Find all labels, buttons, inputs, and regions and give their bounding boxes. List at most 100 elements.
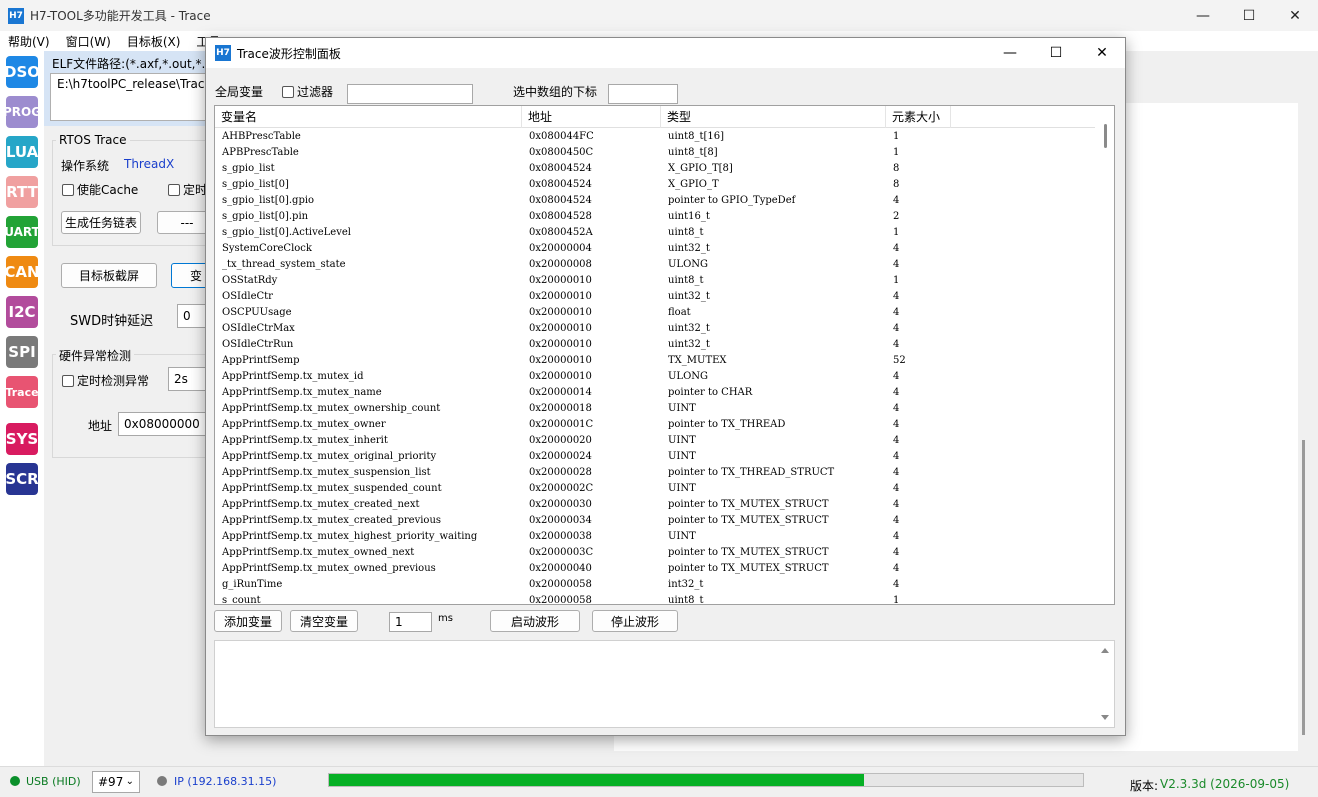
table-row[interactable]: AppPrintfSemp.tx_mutex_suspension_list 0x… bbox=[215, 465, 1095, 481]
table-row[interactable]: AppPrintfSemp.tx_mutex_created_next 0x200… bbox=[215, 497, 1095, 513]
var-address-cell: 0x20000010 bbox=[529, 275, 592, 286]
var-name-cell: s_gpio_list bbox=[222, 163, 275, 174]
column-header-address[interactable]: 地址 bbox=[522, 106, 661, 128]
dialog-minimize-button[interactable]: — bbox=[987, 38, 1033, 68]
maximize-button[interactable]: ☐ bbox=[1226, 0, 1272, 31]
table-row[interactable]: AppPrintfSemp.tx_mutex_inherit 0x20000020… bbox=[215, 433, 1095, 449]
sidebar-i2c-button[interactable]: I2C bbox=[6, 296, 38, 328]
var-address-cell: 0x20000020 bbox=[529, 435, 592, 446]
address-input[interactable]: 0x08000000 bbox=[118, 412, 218, 436]
sidebar-spi-button[interactable]: SPI bbox=[6, 336, 38, 368]
cache-checkbox[interactable]: 使能Cache bbox=[62, 181, 138, 198]
table-row[interactable]: s_count 0x20000058 uint8_t 1 bbox=[215, 593, 1095, 604]
table-row[interactable]: s_gpio_list[0].gpio 0x08004524 pointer to … bbox=[215, 193, 1095, 209]
start-waveform-button[interactable]: 启动波形 bbox=[490, 610, 580, 632]
table-row[interactable]: APBPrescTable 0x0800450C uint8_t[8] 1 bbox=[215, 145, 1095, 161]
sidebar-sys-button[interactable]: SYS bbox=[6, 423, 38, 455]
right-scrollbar[interactable] bbox=[1302, 440, 1305, 735]
var-size-cell: 4 bbox=[893, 563, 900, 574]
table-scrollbar[interactable] bbox=[1097, 106, 1114, 604]
table-row[interactable]: OSIdleCtrMax 0x20000010 uint32_t 4 bbox=[215, 321, 1095, 337]
table-row[interactable]: s_gpio_list[0] 0x08004524 X_GPIO_T 8 bbox=[215, 177, 1095, 193]
table-row[interactable]: AppPrintfSemp.tx_mutex_owner 0x2000001C po… bbox=[215, 417, 1095, 433]
filter-checkbox[interactable]: 过滤器 bbox=[282, 83, 333, 100]
var-type-cell: UINT bbox=[668, 435, 696, 446]
table-row[interactable]: AHBPrescTable 0x080044FC uint8_t[16] 1 bbox=[215, 129, 1095, 145]
table-row[interactable]: OSCPUUsage 0x20000010 float 4 bbox=[215, 305, 1095, 321]
table-row[interactable]: OSStatRdy 0x20000010 uint8_t 1 bbox=[215, 273, 1095, 289]
menu-item[interactable]: 窗口(W) bbox=[58, 33, 119, 50]
sidebar-prog-button[interactable]: PROG bbox=[3, 96, 41, 128]
add-variable-button[interactable]: 添加变量 bbox=[214, 610, 282, 632]
column-header-type[interactable]: 类型 bbox=[661, 106, 886, 128]
var-size-cell: 4 bbox=[893, 419, 900, 430]
var-size-cell: 4 bbox=[893, 339, 900, 350]
sidebar-lua-button[interactable]: LUA bbox=[6, 136, 38, 168]
timed-detect-checkbox[interactable]: 定时检测异常 bbox=[62, 372, 149, 389]
os-label: 操作系统 bbox=[61, 159, 110, 173]
var-name-cell: AppPrintfSemp.tx_mutex_name bbox=[222, 387, 382, 398]
clear-variables-button[interactable]: 清空变量 bbox=[290, 610, 358, 632]
filter-input[interactable] bbox=[347, 84, 473, 104]
table-row[interactable]: OSIdleCtr 0x20000010 uint32_t 4 bbox=[215, 289, 1095, 305]
sidebar-dso-button[interactable]: DSO bbox=[4, 56, 40, 88]
scroll-up-icon[interactable] bbox=[1101, 648, 1109, 653]
stop-waveform-button[interactable]: 停止波形 bbox=[592, 610, 678, 632]
array-index-input[interactable] bbox=[608, 84, 678, 104]
table-scrollbar-thumb[interactable] bbox=[1104, 124, 1107, 148]
table-row[interactable]: AppPrintfSemp.tx_mutex_id 0x20000010 ULONG… bbox=[215, 369, 1095, 385]
table-row[interactable]: AppPrintfSemp.tx_mutex_highest_priority_… bbox=[215, 529, 1095, 545]
table-row[interactable]: AppPrintfSemp.tx_mutex_ownership_count 0x… bbox=[215, 401, 1095, 417]
var-address-cell: 0x20000018 bbox=[529, 403, 592, 414]
minimize-button[interactable]: — bbox=[1180, 0, 1226, 31]
var-name-cell: AppPrintfSemp.tx_mutex_highest_priority_… bbox=[222, 531, 478, 542]
var-type-cell: uint32_t bbox=[668, 323, 710, 334]
interval-input[interactable]: 1 bbox=[389, 612, 432, 632]
table-row[interactable]: s_gpio_list[0].ActiveLevel 0x0800452A uint… bbox=[215, 225, 1095, 241]
var-name-cell: AppPrintfSemp.tx_mutex_owned_next bbox=[222, 547, 415, 558]
table-row[interactable]: g_iRunTime 0x20000058 int32_t 4 bbox=[215, 577, 1095, 593]
scroll-down-icon[interactable] bbox=[1101, 715, 1109, 720]
output-scrollbar[interactable] bbox=[1097, 641, 1114, 727]
sidebar-can-button[interactable]: CAN bbox=[4, 256, 40, 288]
sidebar-rtt-button[interactable]: RTT bbox=[6, 176, 38, 208]
table-row[interactable]: AppPrintfSemp.tx_mutex_created_previous 0… bbox=[215, 513, 1095, 529]
table-row[interactable]: AppPrintfSemp.tx_mutex_name 0x20000014 poi… bbox=[215, 385, 1095, 401]
sidebar-scr-button[interactable]: SCR bbox=[5, 463, 39, 495]
table-row[interactable]: s_gpio_list 0x08004524 X_GPIO_T[8] 8 bbox=[215, 161, 1095, 177]
table-header: 变量名 地址 类型 元素大小 bbox=[215, 106, 1095, 128]
var-address-cell: 0x20000008 bbox=[529, 259, 592, 270]
var-type-cell: uint8_t[8] bbox=[668, 147, 718, 158]
table-row[interactable]: AppPrintfSemp.tx_mutex_suspended_count 0x… bbox=[215, 481, 1095, 497]
column-header-size[interactable]: 元素大小 bbox=[886, 106, 951, 128]
target-screenshot-button[interactable]: 目标板截屏 bbox=[61, 263, 157, 288]
var-size-cell: 8 bbox=[893, 163, 900, 174]
menu-item[interactable]: 帮助(V) bbox=[0, 33, 58, 50]
gen-task-list-button[interactable]: 生成任务链表 bbox=[61, 211, 141, 234]
table-row[interactable]: AppPrintfSemp.tx_mutex_owned_next 0x20000… bbox=[215, 545, 1095, 561]
timer-checkbox[interactable]: 定时 bbox=[168, 181, 207, 198]
device-select[interactable]: #97 ⌄ bbox=[92, 771, 140, 793]
var-address-cell: 0x20000028 bbox=[529, 467, 592, 478]
table-row[interactable]: SystemCoreClock 0x20000004 uint32_t 4 bbox=[215, 241, 1095, 257]
table-row[interactable]: _tx_thread_system_state 0x20000008 ULONG 4 bbox=[215, 257, 1095, 273]
table-row[interactable]: AppPrintfSemp.tx_mutex_original_priority… bbox=[215, 449, 1095, 465]
table-row[interactable]: s_gpio_list[0].pin 0x08004528 uint16_t 2 bbox=[215, 209, 1095, 225]
sidebar-trace-button[interactable]: Trace bbox=[5, 376, 39, 408]
var-address-cell: 0x0800450C bbox=[529, 147, 594, 158]
table-row[interactable]: AppPrintfSemp 0x20000010 TX_MUTEX 52 bbox=[215, 353, 1095, 369]
table-row[interactable]: OSIdleCtrRun 0x20000010 uint32_t 4 bbox=[215, 337, 1095, 353]
filter-label: 过滤器 bbox=[297, 85, 334, 99]
menu-item[interactable]: 目标板(X) bbox=[119, 33, 189, 50]
var-size-cell: 4 bbox=[893, 515, 900, 526]
close-button[interactable]: ✕ bbox=[1272, 0, 1318, 31]
output-log[interactable] bbox=[214, 640, 1115, 728]
dialog-close-button[interactable]: ✕ bbox=[1079, 38, 1125, 68]
dialog-maximize-button[interactable]: ☐ bbox=[1033, 38, 1079, 68]
column-header-name[interactable]: 变量名 bbox=[215, 106, 522, 128]
var-address-cell: 0x20000014 bbox=[529, 387, 592, 398]
elf-path-field[interactable]: E:\h7toolPC_release\Trace bbox=[50, 73, 212, 121]
var-name-cell: OSIdleCtrRun bbox=[222, 339, 294, 350]
table-row[interactable]: AppPrintfSemp.tx_mutex_owned_previous 0x2… bbox=[215, 561, 1095, 577]
sidebar-uart-button[interactable]: UART bbox=[4, 216, 40, 248]
